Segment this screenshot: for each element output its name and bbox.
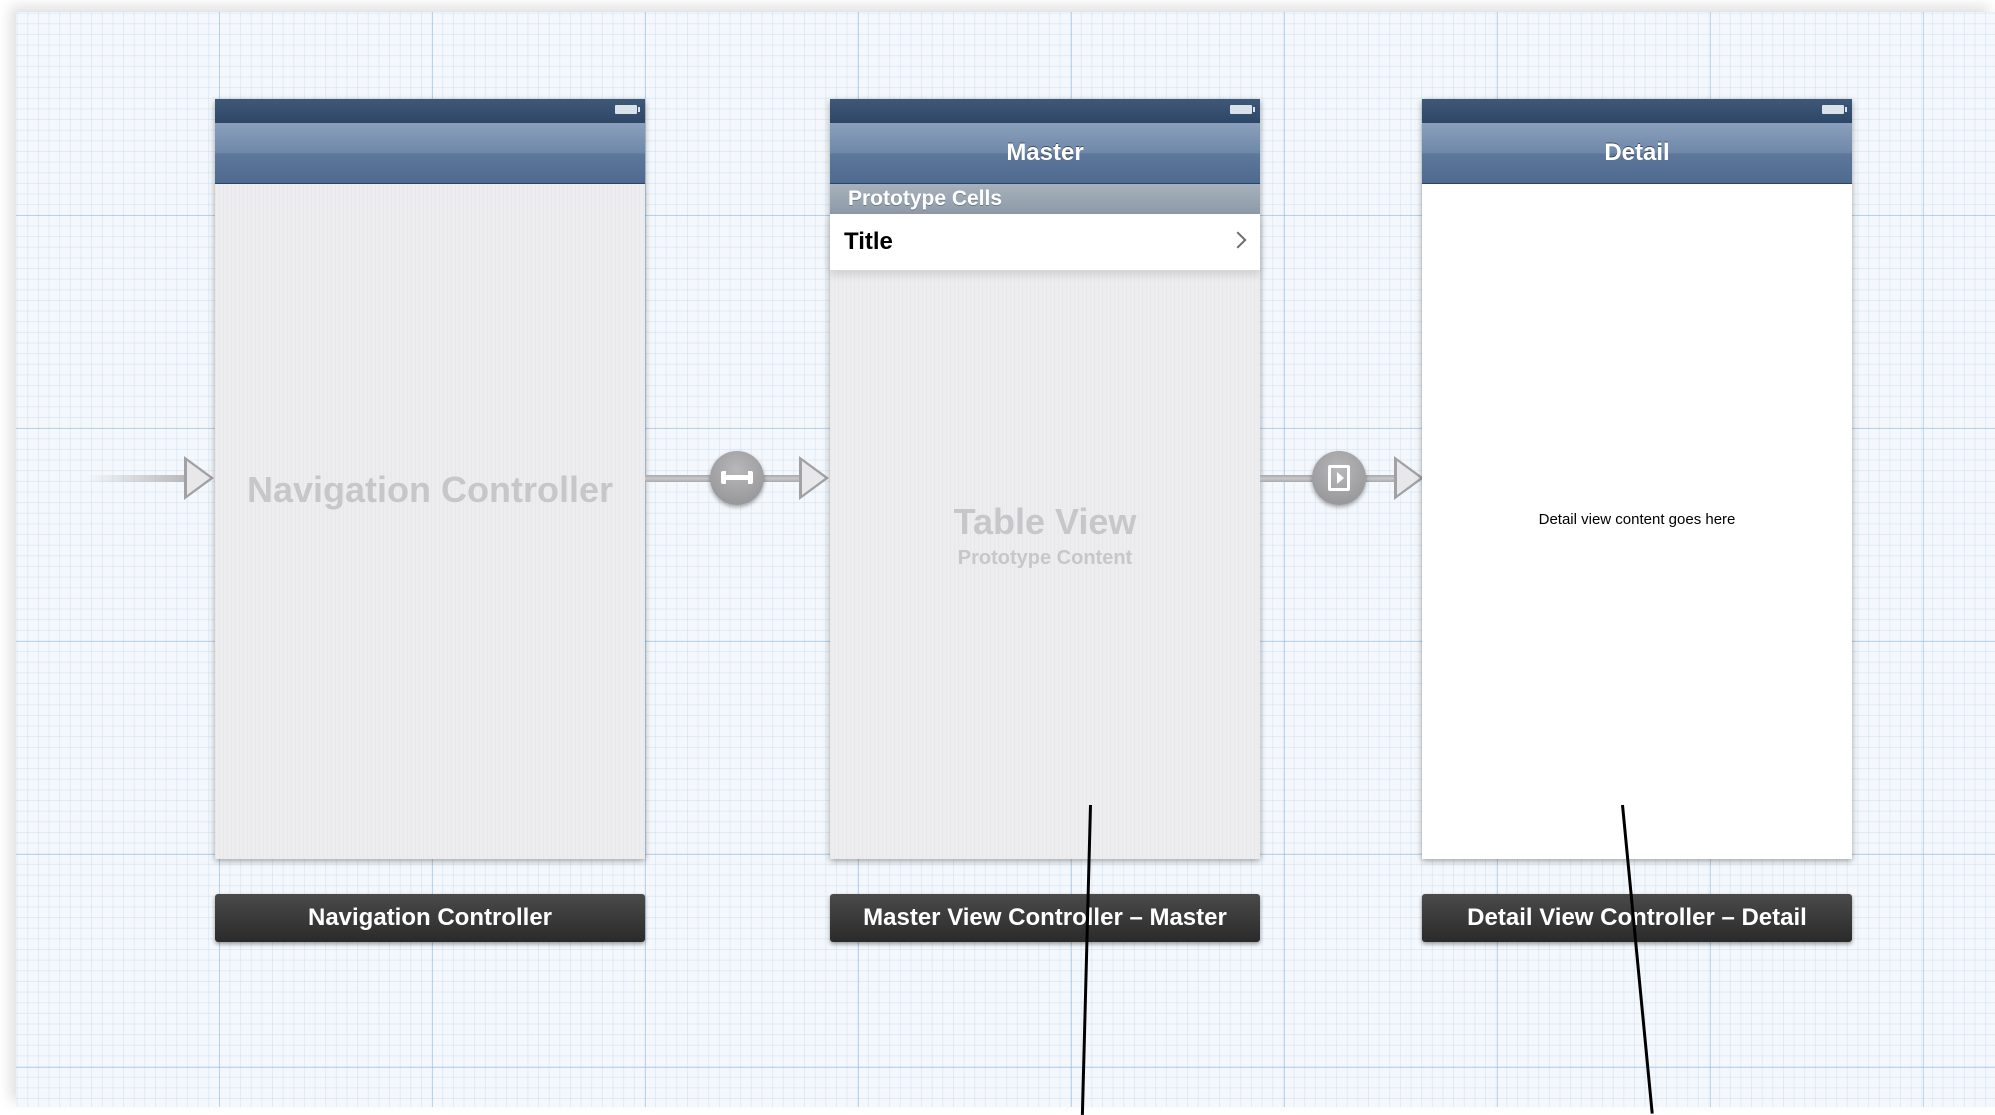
navigation-controller-scene[interactable]: Navigation Controller: [215, 99, 645, 859]
status-bar: [830, 99, 1260, 123]
relationship-segue-arrow: [799, 456, 829, 500]
initial-entry-arrow[interactable]: [184, 456, 214, 500]
battery-icon: [1822, 105, 1847, 114]
detail-view-controller-scene[interactable]: Detail Detail view content goes here: [1422, 99, 1852, 859]
status-bar: [215, 99, 645, 123]
prototype-cell[interactable]: Title: [830, 214, 1260, 271]
prototype-content-placeholder: Prototype Content: [957, 547, 1133, 569]
prototype-cells-header: Prototype Cells: [830, 184, 1260, 214]
navigation-bar: [215, 123, 645, 184]
relationship-segue-icon[interactable]: [710, 451, 764, 505]
master-navigation-title: Master: [830, 123, 1260, 184]
detail-view-controller-caption[interactable]: Detail View Controller – Detail: [1422, 894, 1852, 942]
table-view-placeholder: Table View: [953, 501, 1137, 542]
cell-title: Title: [844, 228, 893, 255]
push-segue-arrow: [1394, 456, 1424, 500]
initial-entry-line: [86, 475, 186, 482]
navigation-controller-caption[interactable]: Navigation Controller: [215, 894, 645, 942]
battery-icon: [1230, 105, 1255, 114]
detail-navigation-title: Detail: [1422, 123, 1852, 184]
storyboard-canvas[interactable]: Navigation Controller Navigation Control…: [16, 12, 1995, 1115]
push-segue-icon[interactable]: [1312, 451, 1366, 505]
battery-icon: [615, 105, 640, 114]
master-view-controller-scene[interactable]: Master Prototype Cells Title Table View …: [830, 99, 1260, 859]
scene-body: [215, 184, 645, 859]
navigation-controller-placeholder: Navigation Controller: [246, 469, 614, 510]
status-bar: [1422, 99, 1852, 123]
master-view-controller-caption[interactable]: Master View Controller – Master: [830, 894, 1260, 942]
disclosure-chevron-icon: [1229, 231, 1247, 249]
detail-description-label: Detail view content goes here: [1538, 511, 1736, 528]
